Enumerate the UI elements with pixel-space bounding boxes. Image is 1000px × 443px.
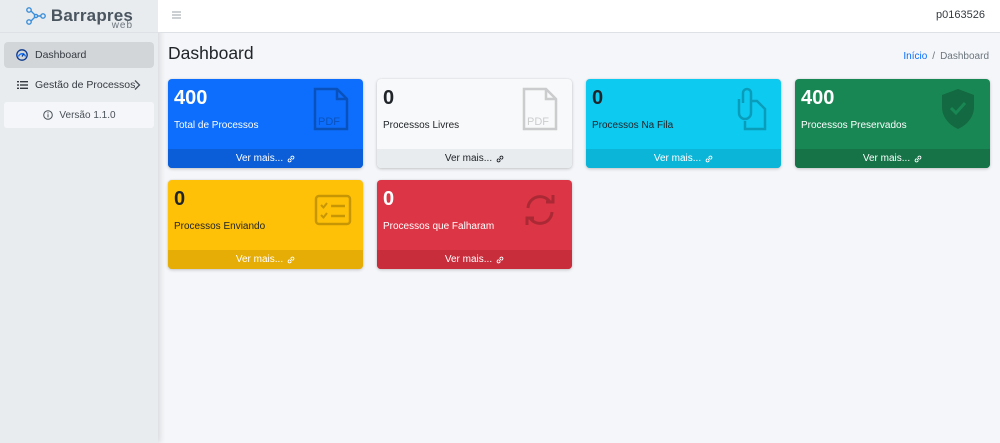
info-icon — [42, 109, 54, 121]
small-box-na-fila: 0 Processos Na Fila Ver mais... — [586, 79, 781, 168]
card-checklist-icon — [314, 194, 352, 226]
page-title: Dashboard — [168, 43, 254, 63]
brand-text: Barrapres web — [51, 7, 133, 31]
box-footer-label: Ver mais... — [653, 153, 702, 164]
version-text: Versão 1.1.0 — [59, 109, 116, 121]
brand[interactable]: Barrapres web — [0, 0, 158, 33]
box-label: Processos Preservados — [801, 120, 907, 131]
gauge-icon — [16, 49, 28, 61]
box-more-link[interactable]: Ver mais... — [377, 149, 572, 168]
arrow-repeat-icon — [525, 195, 555, 225]
small-box-total: 400 Total de Processos PDF Ver mais... — [168, 79, 363, 168]
paperclip-file-icon — [737, 87, 767, 131]
box-footer-label: Ver mais... — [235, 254, 284, 265]
breadcrumb-separator: / — [932, 51, 936, 62]
small-box-preservados: 400 Processos Preservados Ver mais... — [795, 79, 990, 168]
small-box-falharam: 0 Processos que Falharam Ver mais... — [377, 180, 572, 269]
box-value: 0 — [592, 87, 604, 109]
chevron-right-icon — [134, 80, 141, 90]
breadcrumb-current: Dashboard — [940, 51, 989, 62]
main-content: Dashboard Início / Dashboard 400 Total de … — [158, 33, 1000, 443]
version-badge: Versão 1.1.0 — [4, 102, 154, 128]
small-box-enviando: 0 Processos Enviando Ver mais... — [168, 180, 363, 269]
small-box-livres: 0 Processos Livres PDF Ver mais... — [377, 79, 572, 168]
box-value: 0 — [174, 188, 186, 210]
box-value: 400 — [174, 87, 208, 109]
link-icon — [914, 155, 922, 162]
svg-text:PDF: PDF — [318, 116, 340, 128]
box-more-link[interactable]: Ver mais... — [377, 250, 572, 269]
brand-subtitle: web — [111, 20, 134, 31]
link-icon — [496, 155, 504, 162]
sidebar-item-label: Dashboard — [35, 49, 87, 61]
box-label: Processos Livres — [383, 120, 460, 131]
box-footer-label: Ver mais... — [235, 153, 284, 164]
box-footer-label: Ver mais... — [862, 153, 911, 164]
box-label: Processos Na Fila — [592, 120, 674, 131]
box-more-link[interactable]: Ver mais... — [586, 149, 781, 168]
box-value: 0 — [383, 188, 395, 210]
link-icon — [496, 256, 504, 263]
box-footer-label: Ver mais... — [444, 153, 493, 164]
box-label: Processos Enviando — [174, 221, 266, 232]
file-pdf-icon: PDF — [522, 87, 558, 131]
box-value: 400 — [801, 87, 835, 109]
sidebar-nav: Dashboard Gestão de Processos Versão 1.1… — [0, 33, 158, 128]
box-more-link[interactable]: Ver mais... — [168, 149, 363, 168]
user-menu[interactable]: p0163526 — [936, 9, 985, 21]
sidebar-item-gestao-processos[interactable]: Gestão de Processos — [4, 72, 154, 98]
list-icon — [16, 79, 28, 91]
link-icon — [287, 155, 295, 162]
file-pdf-icon: PDF — [313, 87, 349, 131]
shield-check-icon — [942, 89, 974, 129]
link-icon — [705, 155, 713, 162]
box-more-link[interactable]: Ver mais... — [168, 250, 363, 269]
sidebar: Barrapres web Dashboard Gestão de Proces… — [0, 0, 158, 443]
topbar: p0163526 — [158, 0, 1000, 33]
link-icon — [287, 256, 295, 263]
box-label: Processos que Falharam — [383, 221, 495, 232]
network-logo-icon — [26, 7, 46, 25]
svg-text:PDF: PDF — [527, 116, 549, 128]
box-label: Total de Processos — [174, 120, 259, 131]
breadcrumb-home-link[interactable]: Início — [903, 51, 927, 62]
box-footer-label: Ver mais... — [444, 254, 493, 265]
sidebar-item-label: Gestão de Processos — [35, 79, 136, 91]
box-value: 0 — [383, 87, 395, 109]
menu-toggle-icon[interactable] — [172, 10, 184, 22]
breadcrumb: Início / Dashboard — [903, 51, 989, 62]
sidebar-item-dashboard[interactable]: Dashboard — [4, 42, 154, 68]
box-more-link[interactable]: Ver mais... — [795, 149, 990, 168]
